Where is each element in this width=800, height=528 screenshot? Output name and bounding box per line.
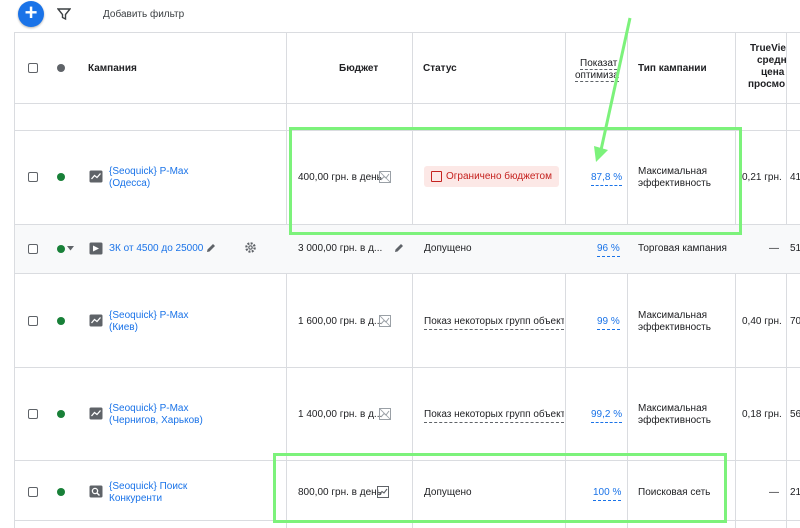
- pencil-icon[interactable]: [205, 242, 217, 254]
- status-enabled-dot: [57, 317, 65, 325]
- optimization-score-link[interactable]: 87,8 %: [591, 172, 623, 186]
- divider: [14, 273, 800, 274]
- divider: [14, 460, 800, 461]
- budget-chart-icon[interactable]: [379, 408, 391, 420]
- campaign-name-link-line2[interactable]: Конкуренти: [109, 493, 162, 505]
- budget-chart-icon[interactable]: [379, 315, 391, 327]
- budget-value[interactable]: 1 400,00 грн. в д...: [298, 409, 382, 421]
- chevron-down-icon[interactable]: [67, 246, 74, 251]
- filter-icon[interactable]: [57, 7, 71, 21]
- column-header-optimization-line2[interactable]: оптимиза: [575, 70, 619, 82]
- status-column-dot: [57, 64, 65, 72]
- budget-value[interactable]: 3 000,00 грн. в д...: [298, 243, 382, 255]
- search-campaign-icon: [89, 485, 103, 498]
- campaign-type: Максимальная: [638, 166, 708, 177]
- divider: [786, 32, 787, 528]
- campaign-type-line2: эффективность: [638, 178, 711, 189]
- budget-value[interactable]: 800,00 грн. в день: [298, 487, 382, 499]
- campaign-type: Максимальная: [638, 403, 708, 414]
- campaign-name-link[interactable]: {Seoquick} P-Max: [109, 403, 189, 415]
- status-text[interactable]: Показ некоторых групп объектов: [424, 316, 564, 330]
- row-checkbox[interactable]: [28, 409, 38, 419]
- divider: [286, 32, 287, 528]
- status-enabled-dot: [57, 488, 65, 496]
- pencil-icon[interactable]: [393, 242, 405, 254]
- divider: [14, 103, 800, 104]
- column-header-trueview-line2[interactable]: средн: [757, 55, 787, 66]
- campaign-name-link-line2[interactable]: (Киев): [109, 322, 138, 334]
- campaign-name-link[interactable]: {Seoquick} P-Max: [109, 166, 189, 178]
- campaign-name-link[interactable]: ЗК от 4500 до 25000: [109, 243, 203, 255]
- divider: [14, 32, 800, 33]
- column-header-campaign[interactable]: Кампания: [88, 63, 137, 74]
- column-header-budget[interactable]: Бюджет: [339, 63, 378, 74]
- optimization-score-link[interactable]: 100 %: [593, 487, 622, 501]
- optimization-score-link[interactable]: 99 %: [597, 316, 620, 330]
- status-enabled-dot: [57, 173, 65, 181]
- plus-icon[interactable]: +: [18, 1, 44, 27]
- divider: [627, 32, 628, 528]
- status-enabled-dot: [57, 410, 65, 418]
- campaign-name-link[interactable]: {Seoquick} P-Max: [109, 310, 189, 322]
- shopping-icon: [89, 242, 103, 255]
- divider: [412, 32, 413, 528]
- add-filter-button[interactable]: Добавить фильтр: [103, 9, 184, 20]
- extra-column-value: 51,: [790, 243, 800, 254]
- chart-icon: [89, 170, 103, 183]
- status-badge[interactable]: Ограничено бюджетом: [424, 166, 559, 187]
- column-header-trueview-line4[interactable]: просмо: [748, 79, 785, 90]
- campaign-name-link[interactable]: {Seoquick} Поиск: [109, 481, 187, 493]
- status-text[interactable]: Допущено: [424, 487, 472, 499]
- divider: [735, 32, 736, 528]
- divider: [14, 520, 800, 521]
- budget-chart-icon[interactable]: [379, 171, 391, 183]
- column-header-campaign-type[interactable]: Тип кампании: [638, 63, 707, 74]
- column-header-optimization-line1[interactable]: Показат: [580, 58, 618, 70]
- row-checkbox[interactable]: [28, 244, 38, 254]
- budget-value[interactable]: 400,00 грн. в день: [298, 172, 382, 184]
- extra-column-value: 56,: [790, 409, 800, 420]
- gear-icon[interactable]: [244, 241, 257, 254]
- trueview-cost: —: [769, 243, 779, 254]
- trueview-cost: 0,18 грн.: [742, 409, 782, 420]
- extra-column-value: 21,: [790, 487, 800, 498]
- optimization-score-link[interactable]: 96 %: [597, 243, 620, 257]
- chart-icon: [89, 314, 103, 327]
- column-header-trueview-line3[interactable]: цена: [761, 67, 784, 78]
- row-checkbox[interactable]: [28, 172, 38, 182]
- campaign-type-line2: эффективность: [638, 322, 711, 333]
- extra-column-value: 41,: [790, 172, 800, 183]
- row-checkbox[interactable]: [28, 487, 38, 497]
- campaign-name-link-line2[interactable]: (Одесса): [109, 178, 150, 190]
- budget-limited-icon: [431, 171, 442, 182]
- divider: [14, 367, 800, 368]
- status-enabled-dot: [57, 245, 65, 253]
- status-text[interactable]: Показ некоторых групп объектов: [424, 409, 564, 423]
- divider: [14, 130, 800, 131]
- campaign-type-line2: эффективность: [638, 415, 711, 426]
- trueview-cost: 0,21 грн.: [742, 172, 782, 183]
- trueview-cost: 0,40 грн.: [742, 316, 782, 327]
- select-all-checkbox[interactable]: [28, 63, 38, 73]
- budget-chart-icon[interactable]: [377, 486, 389, 498]
- divider: [565, 32, 566, 528]
- column-header-trueview-line1[interactable]: TrueVie: [750, 43, 786, 54]
- column-header-status[interactable]: Статус: [423, 63, 457, 74]
- status-text[interactable]: Допущено: [424, 243, 472, 255]
- campaign-type: Максимальная: [638, 310, 708, 321]
- campaign-table: [14, 32, 800, 528]
- campaign-name-link-line2[interactable]: (Чернигов, Харьков): [109, 415, 203, 427]
- chart-icon: [89, 407, 103, 420]
- optimization-score-link[interactable]: 99,2 %: [591, 409, 623, 423]
- toolbar: + Добавить фильтр: [0, 0, 800, 30]
- budget-value[interactable]: 1 600,00 грн. в д...: [298, 316, 382, 328]
- extra-column-value: 70,: [790, 316, 800, 327]
- campaign-type: Поисковая сеть: [638, 487, 711, 498]
- trueview-cost: —: [769, 487, 779, 498]
- campaign-type: Торговая кампания: [638, 243, 727, 254]
- row-checkbox[interactable]: [28, 316, 38, 326]
- status-text: Ограничено бюджетом: [446, 171, 552, 182]
